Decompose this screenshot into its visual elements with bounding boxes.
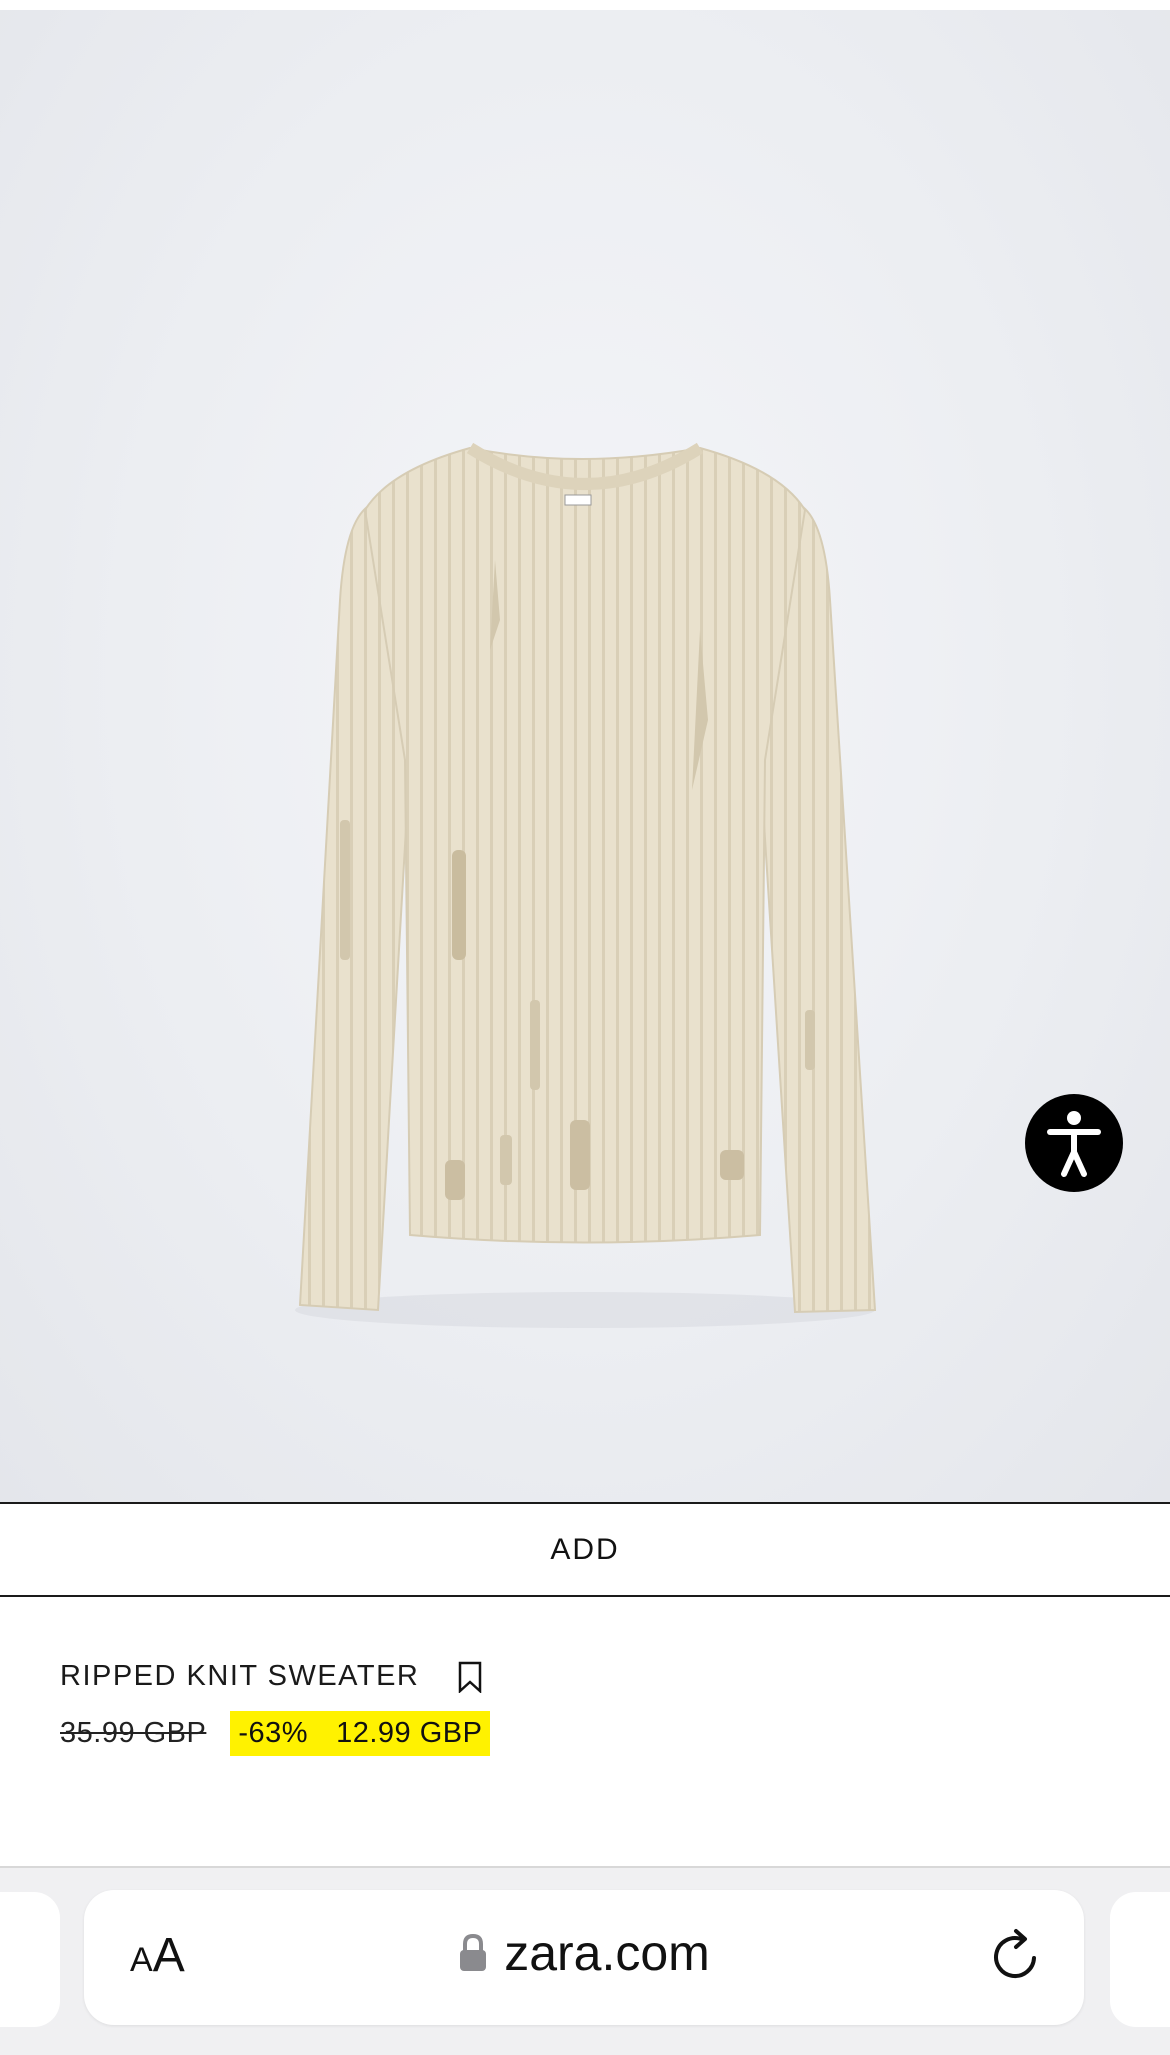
sweater-photo (295, 442, 877, 1328)
product-info: RIPPED KNIT SWEATER 35.99 GBP -63% 12.99… (60, 1660, 491, 1756)
product-image[interactable] (0, 0, 1170, 1502)
reload-icon[interactable] (988, 1928, 1044, 1984)
bookmark-icon[interactable] (457, 1661, 483, 1693)
product-title: RIPPED KNIT SWEATER (60, 1660, 420, 1692)
browser-toolbar: AA zara.com (0, 1868, 1170, 2055)
add-to-bag-button[interactable]: ADD (0, 1502, 1170, 1597)
lock-icon (460, 1933, 487, 1971)
accessibility-button[interactable] (1025, 1094, 1123, 1192)
next-tab[interactable] (1110, 1892, 1170, 2027)
discount-percent: -63% (238, 1717, 309, 1749)
accessibility-icon (1047, 1111, 1101, 1177)
address-bar[interactable]: AA zara.com (84, 1890, 1084, 2025)
sale-price: 12.99 GBP (336, 1717, 483, 1749)
url-text: zara.com (504, 1925, 710, 1981)
original-price: 35.99 GBP (60, 1717, 207, 1749)
sale-badge: -63% 12.99 GBP (230, 1711, 491, 1756)
previous-tab[interactable] (0, 1892, 60, 2027)
